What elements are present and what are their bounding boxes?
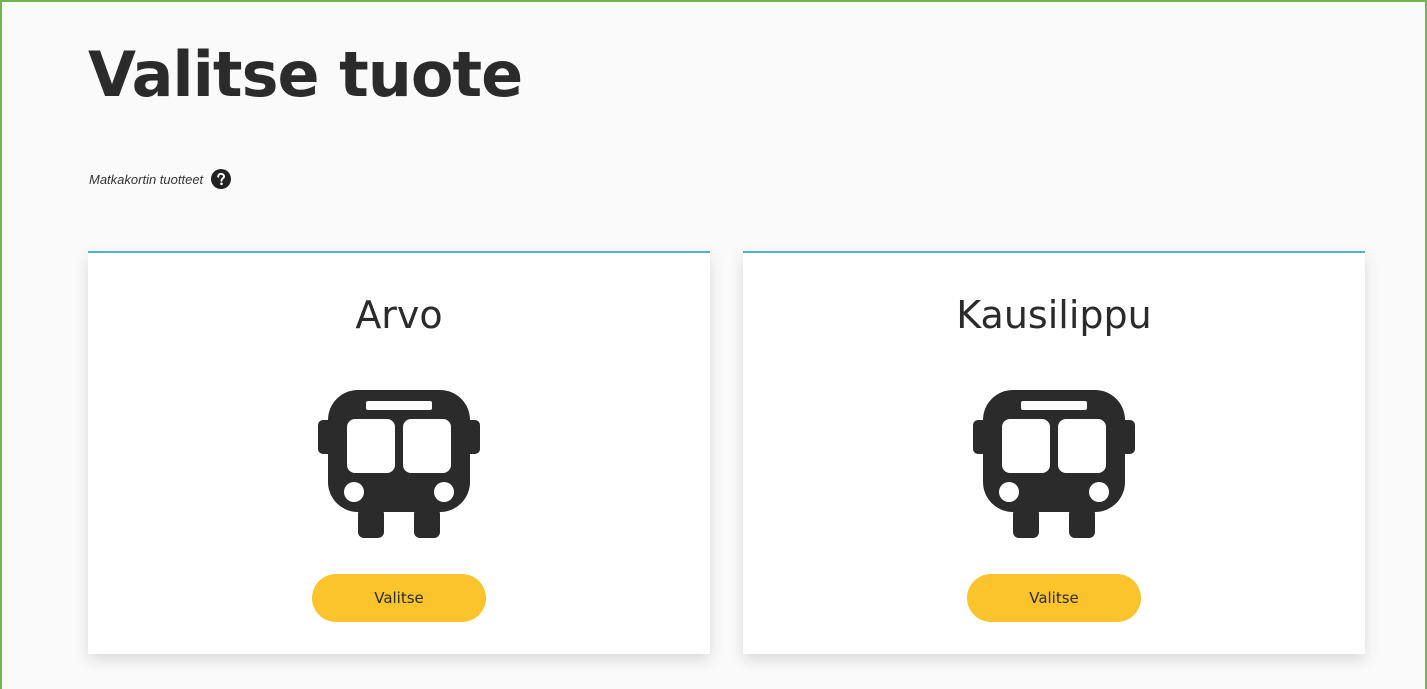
product-name: Kausilippu <box>956 293 1152 337</box>
product-card-arvo: Arvo Valitse <box>88 251 710 654</box>
select-button[interactable]: Valitse <box>312 574 486 622</box>
bus-icon <box>318 390 480 540</box>
product-card-kausilippu: Kausilippu Valitse <box>743 251 1365 654</box>
product-name: Arvo <box>355 293 443 337</box>
question-circle-icon[interactable] <box>211 169 232 189</box>
select-button[interactable]: Valitse <box>967 574 1141 622</box>
bus-icon <box>973 390 1135 540</box>
subtitle-row: Matkakortin tuotteet <box>89 169 232 189</box>
page-title: Valitse tuote <box>88 38 523 111</box>
page-frame: Valitse tuote Matkakortin tuotteet Arvo <box>0 0 1427 689</box>
subtitle: Matkakortin tuotteet <box>89 171 204 187</box>
